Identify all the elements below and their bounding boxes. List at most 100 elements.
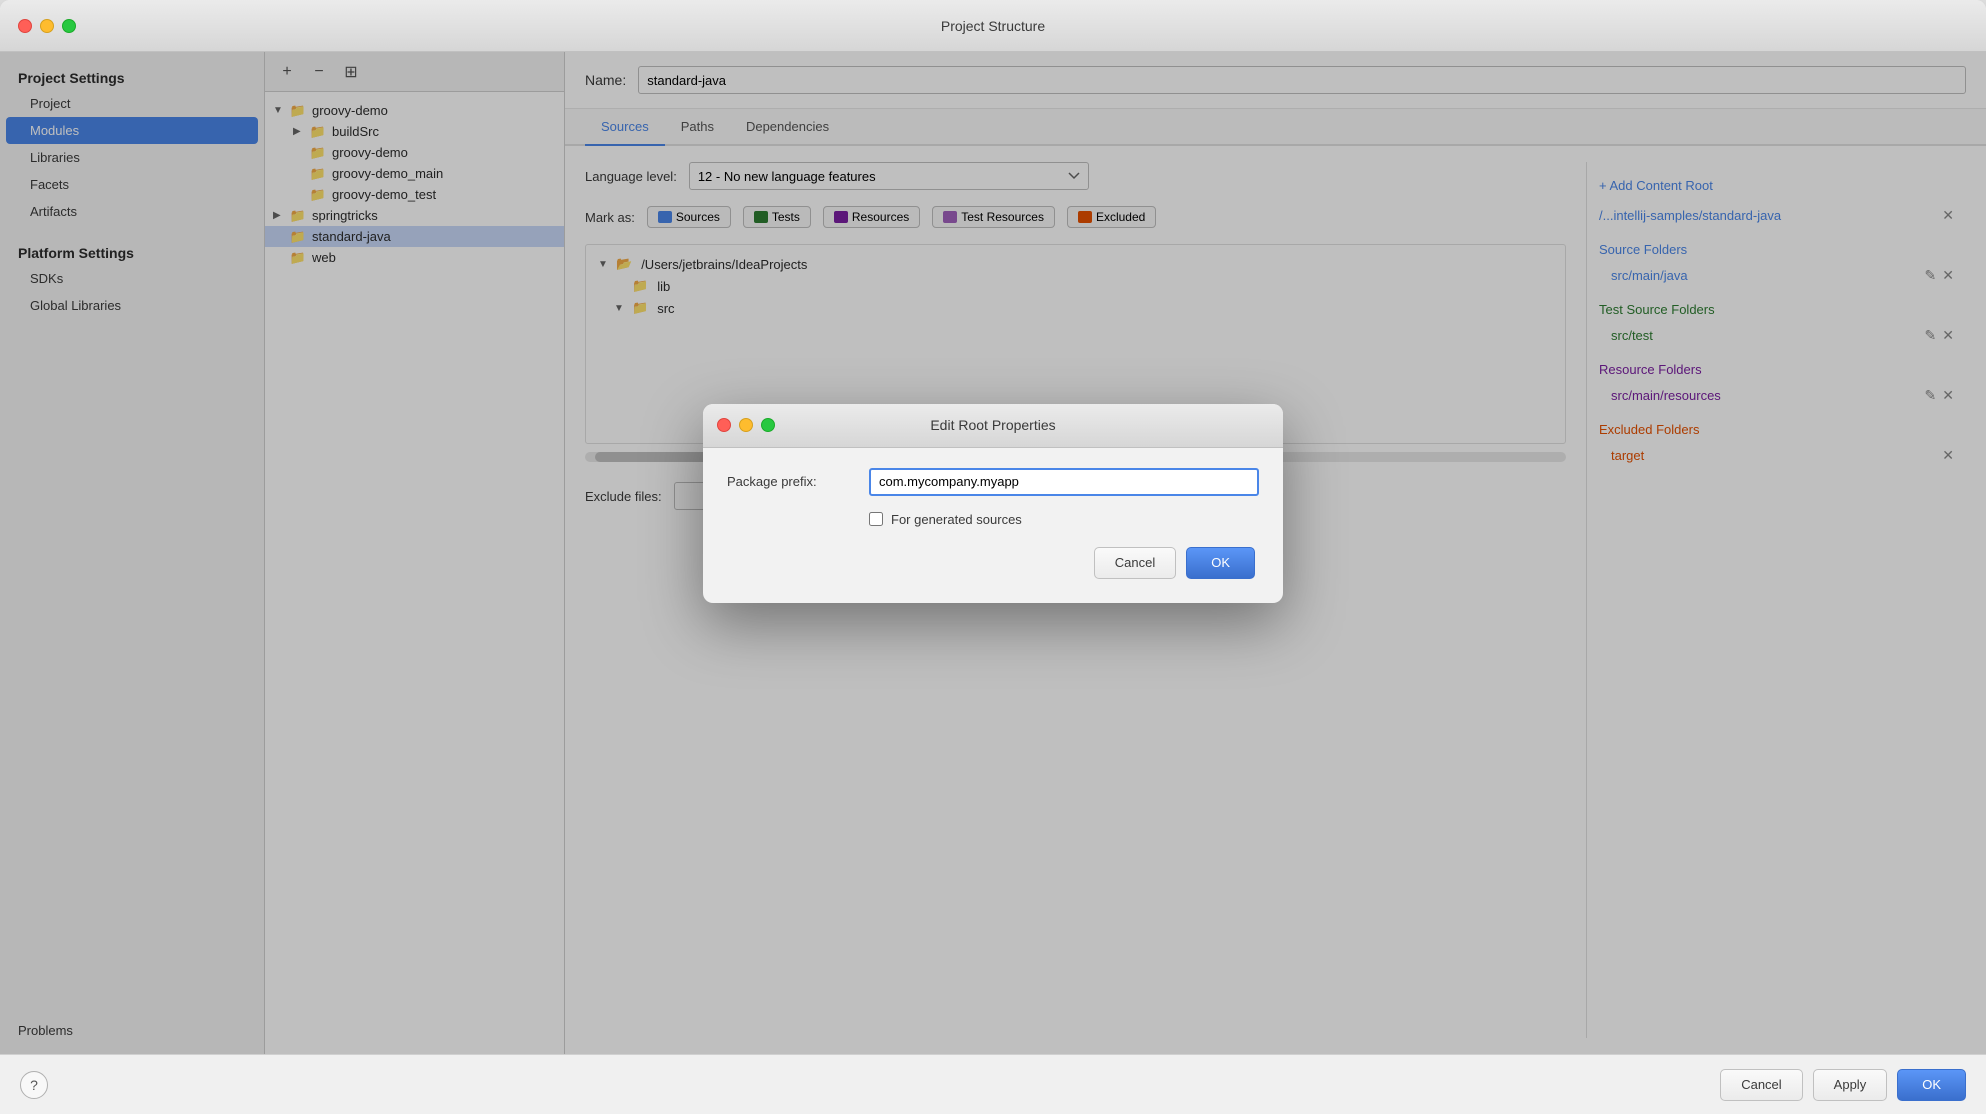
resource-folder-entry: src/main/resources ✎ ✕ (1599, 385, 1954, 406)
remove-module-button[interactable]: − (307, 60, 331, 84)
folder-icon: 📁 (289, 209, 307, 223)
sidebar-item-artifacts[interactable]: Artifacts (0, 198, 264, 225)
add-content-root-button[interactable]: + Add Content Root (1599, 174, 1954, 197)
folder-icon: 📁 (309, 188, 327, 202)
help-button[interactable]: ? (20, 1071, 48, 1099)
for-generated-checkbox[interactable] (869, 512, 883, 526)
tree-lib[interactable]: 📁 lib (594, 275, 1557, 297)
tree-item-groovy-demo[interactable]: ▼ 📁 groovy-demo (265, 100, 564, 121)
folder-icon: 📁 (289, 251, 307, 265)
expand-arrow: ▶ (273, 210, 289, 221)
sidebar-item-project[interactable]: Project (0, 90, 264, 117)
root-path[interactable]: ▼ 📂 /Users/jetbrains/IdeaProjects (594, 253, 1557, 275)
mark-excluded-button[interactable]: Excluded (1067, 206, 1156, 228)
close-button[interactable] (18, 19, 32, 33)
test-resources-folder-icon (943, 211, 957, 223)
tab-dependencies[interactable]: Dependencies (730, 109, 845, 146)
minimize-button[interactable] (40, 19, 54, 33)
sidebar-item-facets[interactable]: Facets (0, 171, 264, 198)
source-folder-actions: ✎ ✕ (1925, 267, 1954, 284)
name-label: Name: (585, 72, 626, 88)
resources-folder-icon (834, 211, 848, 223)
copy-module-button[interactable]: ⊞ (339, 60, 363, 84)
tree-expand-arrow: ▼ (598, 259, 612, 270)
window-title: Project Structure (941, 18, 1045, 34)
tab-paths[interactable]: Paths (665, 109, 730, 146)
tree-src[interactable]: ▼ 📁 src (594, 297, 1557, 319)
sidebar-item-modules[interactable]: Modules (6, 117, 258, 144)
edit-resource-folder-button[interactable]: ✎ (1925, 387, 1937, 404)
modal-buttons: Cancel OK (727, 547, 1259, 583)
expand-arrow: ▶ (293, 126, 309, 137)
expand-arrow: ▼ (273, 105, 289, 116)
modal-ok-button[interactable]: OK (1186, 547, 1255, 579)
content-roots-panel: + Add Content Root /...intellij-samples/… (1586, 162, 1966, 1038)
excluded-folder-actions: ✕ (1942, 447, 1954, 464)
package-prefix-label: Package prefix: (727, 474, 857, 489)
modal-body: Package prefix: For generated sources Ca… (703, 448, 1283, 603)
bottom-right: Cancel Apply OK (1720, 1069, 1966, 1101)
modal-maximize-button[interactable] (761, 418, 775, 432)
package-prefix-input[interactable] (869, 468, 1259, 496)
language-level-select[interactable]: 12 - No new language features (689, 162, 1089, 190)
mark-as-row: Mark as: Sources Tests Resources (585, 206, 1566, 228)
tree-toolbar: + − ⊞ (265, 52, 564, 92)
tree-item-groovy-demo-main[interactable]: 📁 groovy-demo_main (265, 163, 564, 184)
excluded-folders-section: Excluded Folders (1599, 422, 1954, 437)
apply-button[interactable]: Apply (1813, 1069, 1888, 1101)
module-tree: + − ⊞ ▼ 📁 groovy-demo ▶ 📁 buildSrc (265, 52, 565, 1054)
mark-sources-button[interactable]: Sources (647, 206, 731, 228)
remove-test-source-folder-button[interactable]: ✕ (1942, 327, 1954, 344)
sidebar-item-problems[interactable]: Problems (0, 1017, 264, 1044)
src-folder-icon: 📁 (632, 300, 648, 316)
tree-item-springtricks[interactable]: ▶ 📁 springtricks (265, 205, 564, 226)
name-row: Name: (565, 52, 1986, 109)
ok-button[interactable]: OK (1897, 1069, 1966, 1101)
language-level-row: Language level: 12 - No new language fea… (585, 162, 1566, 190)
mark-tests-button[interactable]: Tests (743, 206, 811, 228)
remove-source-folder-button[interactable]: ✕ (1942, 267, 1954, 284)
modal-title-bar: Edit Root Properties (703, 404, 1283, 448)
tree-item-groovy-demo-test[interactable]: 📁 groovy-demo_test (265, 184, 564, 205)
mark-as-label: Mark as: (585, 210, 635, 225)
remove-excluded-folder-button[interactable]: ✕ (1942, 447, 1954, 464)
source-folders-section: Source Folders (1599, 242, 1954, 257)
test-source-folders-section: Test Source Folders (1599, 302, 1954, 317)
for-generated-label: For generated sources (891, 512, 1022, 527)
folder-icon: 📁 (289, 230, 307, 244)
mark-test-resources-button[interactable]: Test Resources (932, 206, 1055, 228)
tree-item-web[interactable]: 📁 web (265, 247, 564, 268)
for-generated-row: For generated sources (727, 512, 1259, 527)
maximize-button[interactable] (62, 19, 76, 33)
edit-root-properties-dialog: Edit Root Properties Package prefix: For… (703, 404, 1283, 603)
sidebar: Project Settings Project Modules Librari… (0, 52, 265, 1054)
edit-source-folder-button[interactable]: ✎ (1925, 267, 1937, 284)
edit-test-source-folder-button[interactable]: ✎ (1925, 327, 1937, 344)
modal-close-button[interactable] (717, 418, 731, 432)
add-module-button[interactable]: + (275, 60, 299, 84)
test-source-folder-entry: src/test ✎ ✕ (1599, 325, 1954, 346)
modal-cancel-button[interactable]: Cancel (1094, 547, 1176, 579)
modal-minimize-button[interactable] (739, 418, 753, 432)
remove-resource-folder-button[interactable]: ✕ (1942, 387, 1954, 404)
module-tree-content: ▼ 📁 groovy-demo ▶ 📁 buildSrc 📁 groovy-de… (265, 92, 564, 1054)
tree-item-buildsrc[interactable]: ▶ 📁 buildSrc (265, 121, 564, 142)
sidebar-item-global-libraries[interactable]: Global Libraries (0, 292, 264, 319)
name-input[interactable] (638, 66, 1966, 94)
sidebar-item-sdks[interactable]: SDKs (0, 265, 264, 292)
tab-sources[interactable]: Sources (585, 109, 665, 146)
remove-content-root-button[interactable]: ✕ (1942, 207, 1954, 224)
tree-item-standard-java[interactable]: 📁 standard-java (265, 226, 564, 247)
bottom-bar: ? Cancel Apply OK (0, 1054, 1986, 1114)
sources-folder-icon (658, 211, 672, 223)
package-prefix-row: Package prefix: (727, 468, 1259, 496)
sidebar-item-libraries[interactable]: Libraries (0, 144, 264, 171)
source-folder-entry: src/main/java ✎ ✕ (1599, 265, 1954, 286)
cancel-button[interactable]: Cancel (1720, 1069, 1802, 1101)
test-source-folder-actions: ✎ ✕ (1925, 327, 1954, 344)
title-bar: Project Structure (0, 0, 1986, 52)
lib-folder-icon: 📁 (632, 278, 648, 294)
mark-resources-button[interactable]: Resources (823, 206, 920, 228)
folder-icon: 📁 (309, 167, 327, 181)
tree-item-groovy-demo-sub[interactable]: 📁 groovy-demo (265, 142, 564, 163)
